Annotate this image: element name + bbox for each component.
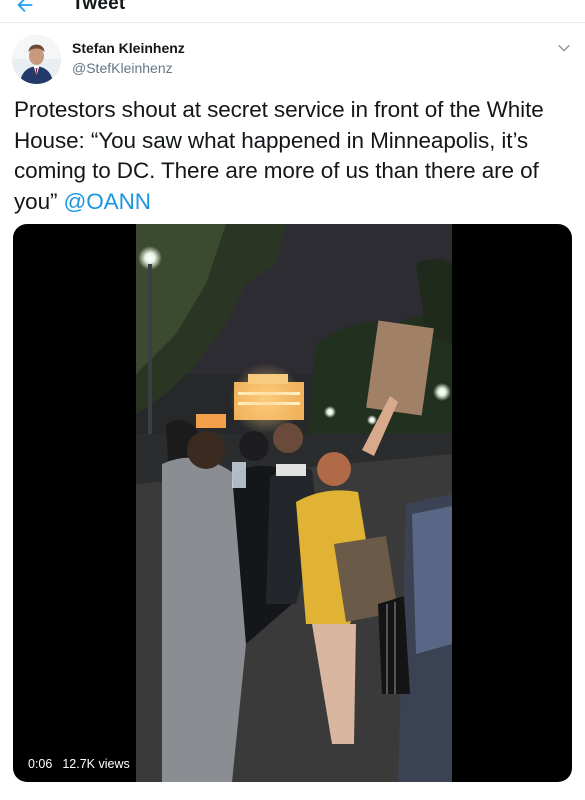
chevron-down-icon[interactable] — [555, 39, 573, 57]
video-still-image — [136, 224, 452, 782]
tweet-page: Tweet Stefan Kleinhenz @StefKleinhenz Pr… — [0, 0, 585, 800]
back-arrow-icon[interactable] — [14, 0, 36, 16]
tweet-text: Protestors shout at secret service in fr… — [14, 95, 569, 217]
video-views: 12.7K views — [62, 757, 130, 771]
video-time: 0:06 — [28, 757, 53, 771]
top-bar: Tweet — [0, 0, 585, 23]
page-title: Tweet — [72, 0, 126, 14]
author-name[interactable]: Stefan Kleinhenz — [72, 40, 185, 56]
video-player[interactable]: 0:06 12.7K views — [13, 224, 572, 782]
tweet-author-row: Stefan Kleinhenz @StefKleinhenz — [0, 23, 585, 93]
video-frame — [136, 224, 452, 782]
author-handle[interactable]: @StefKleinhenz — [72, 60, 173, 76]
video-meta: 0:06 12.7K views — [28, 757, 140, 771]
mention-link[interactable]: @OANN — [64, 189, 151, 214]
avatar[interactable] — [12, 35, 61, 84]
